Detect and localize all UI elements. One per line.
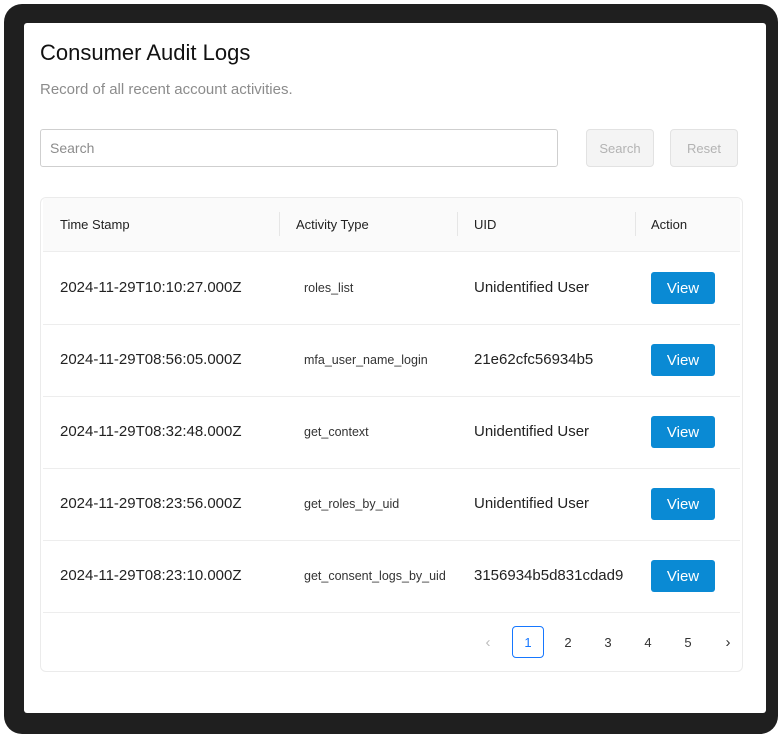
pagination: ‹ 1 2 3 4 5 › (41, 626, 742, 660)
table-row: 2024-11-29T10:10:27.000Z roles_list Unid… (43, 252, 740, 325)
column-header-uid: UID (474, 217, 497, 232)
uid-cell: 21e62cfc56934b5 (474, 351, 594, 368)
view-button[interactable]: View (651, 488, 715, 520)
view-button[interactable]: View (651, 560, 715, 592)
activity-type-cell: get_context (304, 425, 369, 439)
column-divider (279, 212, 280, 236)
view-button[interactable]: View (651, 344, 715, 376)
table-row: 2024-11-29T08:56:05.000Z mfa_user_name_l… (43, 324, 740, 397)
page-subtitle: Record of all recent account activities. (40, 81, 293, 98)
timestamp-cell: 2024-11-29T08:23:10.000Z (60, 567, 242, 584)
timestamp-cell: 2024-11-29T08:56:05.000Z (60, 351, 242, 368)
view-button[interactable]: View (651, 272, 715, 304)
reset-button[interactable]: Reset (670, 129, 738, 167)
page-button-2[interactable]: 2 (552, 626, 584, 658)
table-row: 2024-11-29T08:23:56.000Z get_roles_by_ui… (43, 468, 740, 541)
column-header-activity-type: Activity Type (296, 217, 369, 232)
uid-cell: 3156934b5d831cdad9 (474, 567, 624, 584)
uid-cell: Unidentified User (474, 279, 590, 296)
table-row: 2024-11-29T08:32:48.000Z get_context Uni… (43, 396, 740, 469)
column-divider (457, 212, 458, 236)
timestamp-cell: 2024-11-29T10:10:27.000Z (60, 279, 242, 296)
activity-type-cell: get_consent_logs_by_uid (304, 569, 446, 583)
timestamp-cell: 2024-11-29T08:32:48.000Z (60, 423, 242, 440)
activity-type-cell: roles_list (304, 281, 354, 295)
uid-cell: Unidentified User (474, 423, 590, 440)
audit-log-table: Time Stamp Activity Type UID Action 2024… (40, 197, 743, 672)
activity-type-cell: get_roles_by_uid (304, 497, 400, 511)
table-row: 2024-11-29T08:23:10.000Z get_consent_log… (43, 540, 740, 613)
audit-log-card: Consumer Audit Logs Record of all recent… (24, 23, 766, 713)
page-button-3[interactable]: 3 (592, 626, 624, 658)
search-button[interactable]: Search (586, 129, 654, 167)
page-button-4[interactable]: 4 (632, 626, 664, 658)
page-button-5[interactable]: 5 (672, 626, 704, 658)
timestamp-cell: 2024-11-29T08:23:56.000Z (60, 495, 242, 512)
page-title: Consumer Audit Logs (40, 40, 251, 65)
column-divider (635, 212, 636, 236)
chevron-left-icon[interactable]: ‹ (472, 626, 504, 658)
view-button[interactable]: View (651, 416, 715, 448)
device-frame: Consumer Audit Logs Record of all recent… (4, 4, 778, 734)
chevron-right-icon[interactable]: › (712, 626, 742, 658)
search-input[interactable] (40, 129, 558, 167)
page-button-1[interactable]: 1 (512, 626, 544, 658)
table-header: Time Stamp Activity Type UID Action (43, 198, 740, 252)
uid-cell: Unidentified User (474, 495, 590, 512)
activity-type-cell: mfa_user_name_login (304, 353, 428, 367)
column-header-timestamp: Time Stamp (60, 217, 130, 232)
column-header-action: Action (651, 217, 688, 232)
